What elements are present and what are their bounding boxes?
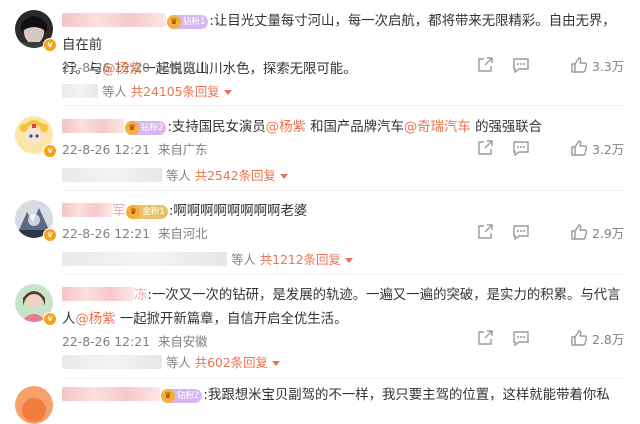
comment-actions: 2.8万 bbox=[476, 329, 626, 349]
comment-body: ♛ 钻粉2:支持国民女演员@杨紫 和国产品牌汽车@奇瑞汽车 的强强联合 bbox=[62, 116, 622, 140]
comment-item: v ♛ 钻粉2:支持国民女演员@杨紫 和国产品牌汽车@奇瑞汽车 的强强联合 22-… bbox=[0, 116, 640, 208]
comment-icon[interactable] bbox=[512, 329, 530, 347]
comment-item: v 军 ♛ 金粉1:啊啊啊啊啊啊啊啊老婆 22-8-26 12:21 来自河北 2.… bbox=[0, 200, 640, 292]
comment-text: :一次又一次的钻研，是发展的轨迹。一遍又一遍的突破，是实力的积累。与代言 bbox=[147, 288, 621, 303]
comment-location: 来自安徽 bbox=[157, 334, 208, 349]
reply-count-link[interactable]: 共602条回复 bbox=[195, 355, 268, 370]
comment-date: 22-8-26 12:21 bbox=[62, 334, 151, 349]
reply-summary[interactable]: 等人 共2542条回复 bbox=[62, 166, 288, 188]
comment-item: ♛ 钻粉2:我跟想米宝贝副驾的不一样，我只要主驾的位置，这样就能带着你私 bbox=[0, 384, 640, 424]
divider bbox=[62, 378, 626, 379]
username[interactable] bbox=[62, 13, 166, 27]
fan-badge: ♛ 钻粉2 bbox=[161, 389, 203, 403]
reply-users bbox=[62, 84, 98, 98]
comment-body: 冻:一次又一次的钻研，是发展的轨迹。一遍又一遍的突破，是实力的积累。与代言 人@… bbox=[62, 284, 622, 332]
chevron-down-icon bbox=[279, 174, 288, 179]
username[interactable] bbox=[62, 203, 112, 217]
comment-location: 来自四川 bbox=[157, 60, 208, 75]
fan-badge: ♛ 钻粉2 bbox=[125, 121, 167, 135]
reply-summary[interactable]: 等人 共24105条回复 bbox=[62, 82, 232, 104]
medal-icon: ♛ bbox=[126, 205, 141, 219]
comment-text: :我跟想米宝贝副驾的不一样，我只要主驾的位置，这样就能带着你私 bbox=[203, 388, 610, 403]
comment-icon[interactable] bbox=[512, 56, 530, 74]
chevron-down-icon bbox=[344, 258, 353, 263]
reply-users bbox=[62, 355, 162, 369]
like-icon[interactable] bbox=[570, 329, 588, 347]
medal-icon: ♛ bbox=[125, 121, 139, 135]
reply-suffix: 等人 bbox=[230, 252, 256, 267]
username-tail[interactable]: 军 bbox=[112, 204, 125, 219]
reply-count-link[interactable]: 共1212条回复 bbox=[260, 252, 341, 267]
comment-body: ♛ 钻粉2:我跟想米宝贝副驾的不一样，我只要主驾的位置，这样就能带着你私 bbox=[62, 384, 622, 408]
comment-text: 人 bbox=[62, 312, 76, 327]
reply-count-link[interactable]: 共2542条回复 bbox=[195, 168, 276, 183]
fan-badge: ♛ 金粉1 bbox=[126, 205, 168, 219]
reply-suffix: 等人 bbox=[101, 84, 127, 99]
reply-users bbox=[62, 252, 227, 266]
like-count: 3.3万 bbox=[592, 59, 625, 74]
like-count: 3.2万 bbox=[592, 142, 625, 157]
comment-item: v ♛ 钻粉1:让目光丈量每寸河山，每一次启航，都将带来无限精彩。自由无界，自在前… bbox=[0, 10, 640, 102]
comment-body: 军 ♛ 金粉1:啊啊啊啊啊啊啊啊老婆 bbox=[62, 200, 622, 224]
divider bbox=[62, 274, 626, 275]
verified-badge-icon: v bbox=[43, 38, 57, 52]
comment-meta: 22-8-26 12:21 来自河北 bbox=[62, 224, 208, 242]
username[interactable] bbox=[62, 287, 134, 301]
share-icon[interactable] bbox=[476, 223, 494, 241]
medal-icon: ♛ bbox=[167, 15, 181, 29]
divider bbox=[62, 190, 626, 191]
like-count: 2.9万 bbox=[592, 226, 625, 241]
reply-users bbox=[62, 168, 162, 182]
mention-link[interactable]: @杨紫 bbox=[75, 312, 115, 327]
fan-badge: ♛ 钻粉1 bbox=[167, 15, 209, 29]
username[interactable] bbox=[62, 387, 160, 401]
comment-location: 来自河北 bbox=[157, 226, 208, 241]
comment-date: 22-8-26 12:21 bbox=[62, 226, 151, 241]
reply-count-link[interactable]: 共24105条回复 bbox=[131, 84, 220, 99]
like-icon[interactable] bbox=[570, 56, 588, 74]
comment-actions: 2.9万 bbox=[476, 223, 626, 243]
mention-link[interactable]: @杨紫 bbox=[266, 120, 306, 135]
verified-badge-icon: v bbox=[43, 144, 57, 158]
chevron-down-icon bbox=[223, 90, 232, 95]
divider bbox=[62, 105, 626, 106]
comment-icon[interactable] bbox=[512, 223, 530, 241]
comment-actions: 3.2万 bbox=[476, 139, 626, 159]
reply-suffix: 等人 bbox=[165, 355, 191, 370]
comment-text: 和国产品牌汽车 bbox=[310, 120, 404, 135]
comment-meta: 22-8-26 12:21 来自安徽 bbox=[62, 332, 208, 350]
reply-summary[interactable]: 等人 共602条回复 bbox=[62, 353, 280, 375]
comment-text: :支持国民女演员 bbox=[167, 120, 266, 135]
username[interactable] bbox=[62, 119, 124, 133]
comment-text: 的强强联合 bbox=[475, 120, 543, 135]
like-icon[interactable] bbox=[570, 139, 588, 157]
comment-item: v 冻:一次又一次的钻研，是发展的轨迹。一遍又一遍的突破，是实力的积累。与代言 … bbox=[0, 284, 640, 376]
comment-meta: 22-8-26 12:20 来自四川 bbox=[62, 58, 208, 76]
like-count: 2.8万 bbox=[592, 332, 625, 347]
username-tail[interactable]: 冻 bbox=[134, 288, 147, 303]
comment-date: 22-8-26 12:20 bbox=[62, 60, 151, 75]
verified-badge-icon: v bbox=[43, 312, 57, 326]
share-icon[interactable] bbox=[476, 139, 494, 157]
verified-badge-icon: v bbox=[43, 228, 57, 242]
comment-text: 一起掀开新篇章，自信开启全优生活。 bbox=[119, 312, 348, 327]
comment-location: 来自广东 bbox=[157, 142, 208, 157]
medal-icon: ♛ bbox=[161, 389, 175, 403]
like-icon[interactable] bbox=[570, 223, 588, 241]
reply-summary[interactable]: 等人 共1212条回复 bbox=[62, 250, 353, 272]
mention-link[interactable]: @奇瑞汽车 bbox=[404, 120, 471, 135]
reply-suffix: 等人 bbox=[165, 168, 191, 183]
share-icon[interactable] bbox=[476, 329, 494, 347]
comment-meta: 22-8-26 12:21 来自广东 bbox=[62, 140, 208, 158]
chevron-down-icon bbox=[271, 361, 280, 366]
comment-actions: 3.3万 bbox=[476, 56, 626, 76]
comment-date: 22-8-26 12:21 bbox=[62, 142, 151, 157]
comment-text: :啊啊啊啊啊啊啊啊老婆 bbox=[168, 204, 308, 219]
share-icon[interactable] bbox=[476, 56, 494, 74]
avatar[interactable] bbox=[15, 386, 53, 424]
comment-icon[interactable] bbox=[512, 139, 530, 157]
